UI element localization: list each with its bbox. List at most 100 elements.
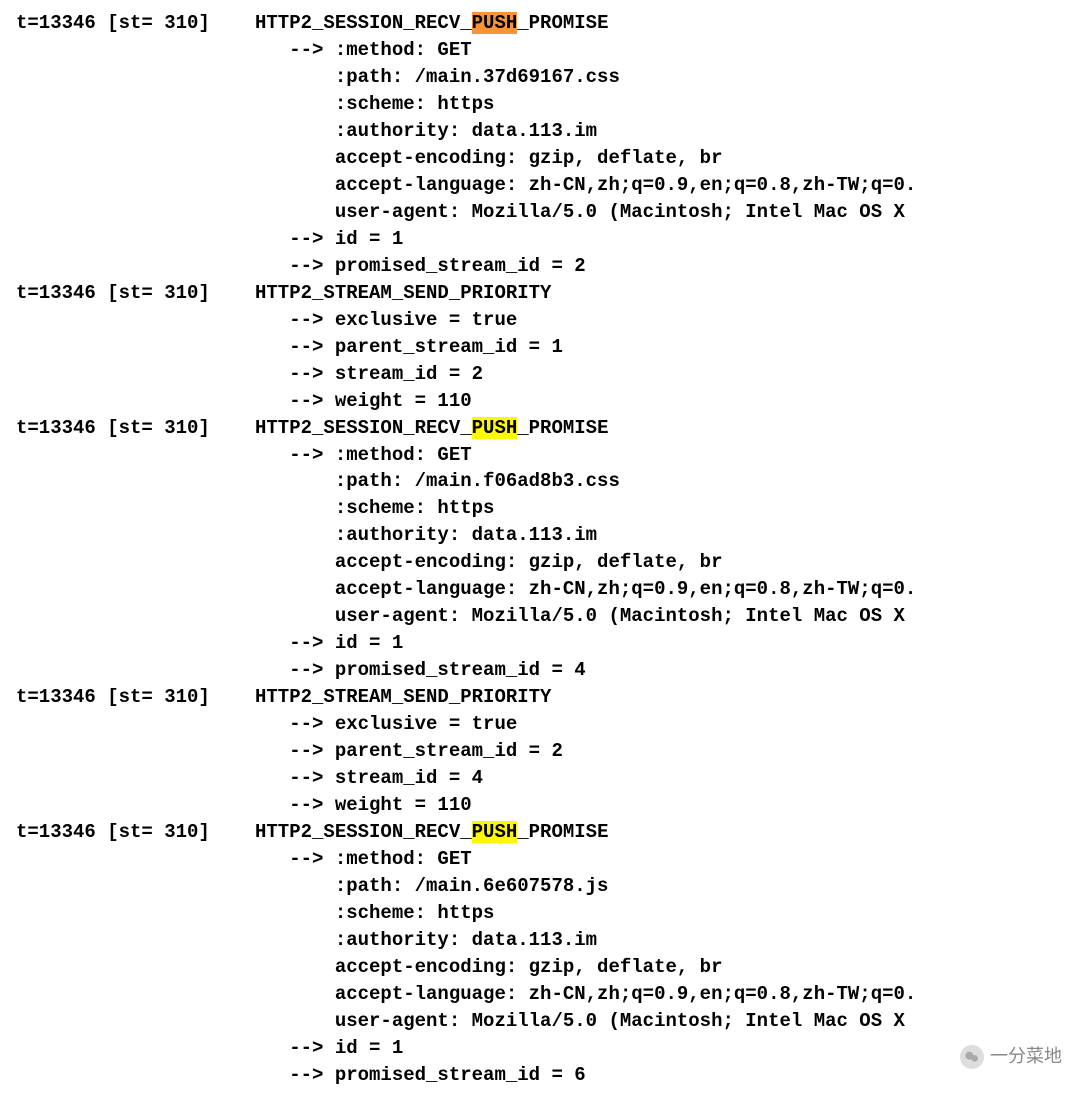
log-subline: :scheme: https: [16, 495, 1080, 522]
log-subline-text: --> :method: GET: [255, 39, 472, 61]
log-subline-text: --> exclusive = true: [255, 713, 517, 735]
log-entry-header: t=13346 [st= 310]HTTP2_SESSION_RECV_PUSH…: [16, 10, 1080, 37]
log-subline: accept-language: zh-CN,zh;q=0.9,en;q=0.8…: [16, 576, 1080, 603]
event-prefix: HTTP2_STREAM_SEND_PRIORITY: [255, 282, 551, 304]
log-entry: t=13346 [st= 310]HTTP2_SESSION_RECV_PUSH…: [16, 819, 1080, 1089]
log-subline: :path: /main.37d69167.css: [16, 64, 1080, 91]
log-subline: --> parent_stream_id = 2: [16, 738, 1080, 765]
log-subline-text: --> stream_id = 2: [255, 363, 483, 385]
log-subline: --> promised_stream_id = 6: [16, 1062, 1080, 1089]
log-subline: accept-encoding: gzip, deflate, br: [16, 145, 1080, 172]
log-subline: :path: /main.f06ad8b3.css: [16, 468, 1080, 495]
event-suffix: _PROMISE: [517, 417, 608, 439]
log-subline: accept-encoding: gzip, deflate, br: [16, 954, 1080, 981]
log-subline-text: --> exclusive = true: [255, 309, 517, 331]
log-subline-text: --> promised_stream_id = 2: [255, 255, 586, 277]
log-subline: --> :method: GET: [16, 442, 1080, 469]
watermark: 一分菜地: [960, 1044, 1062, 1070]
log-subline-text: --> stream_id = 4: [255, 767, 483, 789]
log-event: HTTP2_SESSION_RECV_PUSH_PROMISE: [255, 12, 608, 34]
watermark-text: 一分菜地: [990, 1044, 1062, 1070]
log-subline: accept-language: zh-CN,zh;q=0.9,en;q=0.8…: [16, 172, 1080, 199]
log-subline: --> stream_id = 4: [16, 765, 1080, 792]
log-subline: --> stream_id = 2: [16, 361, 1080, 388]
log-subline-text: --> parent_stream_id = 2: [255, 740, 563, 762]
log-subline: --> id = 1: [16, 630, 1080, 657]
log-subline-text: :path: /main.37d69167.css: [255, 66, 620, 88]
log-subline: --> weight = 110: [16, 792, 1080, 819]
event-prefix: HTTP2_SESSION_RECV_: [255, 417, 472, 439]
log-subline-text: --> promised_stream_id = 6: [255, 1064, 586, 1086]
log-subline: user-agent: Mozilla/5.0 (Macintosh; Inte…: [16, 603, 1080, 630]
log-subline: :path: /main.6e607578.js: [16, 873, 1080, 900]
log-event: HTTP2_SESSION_RECV_PUSH_PROMISE: [255, 821, 608, 843]
log-subline-text: :scheme: https: [255, 902, 494, 924]
log-subline: --> id = 1: [16, 226, 1080, 253]
log-subline: :scheme: https: [16, 900, 1080, 927]
log-subline-text: accept-encoding: gzip, deflate, br: [255, 551, 722, 573]
log-entry-header: t=13346 [st= 310]HTTP2_SESSION_RECV_PUSH…: [16, 415, 1080, 442]
log-subline-text: :path: /main.f06ad8b3.css: [255, 470, 620, 492]
event-prefix: HTTP2_STREAM_SEND_PRIORITY: [255, 686, 551, 708]
log-subline: --> :method: GET: [16, 37, 1080, 64]
log-subline: --> exclusive = true: [16, 711, 1080, 738]
event-highlight: PUSH: [472, 12, 518, 34]
log-subline-text: accept-language: zh-CN,zh;q=0.9,en;q=0.8…: [255, 983, 916, 1005]
log-subline-text: user-agent: Mozilla/5.0 (Macintosh; Inte…: [255, 605, 916, 627]
log-subline: --> :method: GET: [16, 846, 1080, 873]
log-subline: --> exclusive = true: [16, 307, 1080, 334]
log-subline: accept-language: zh-CN,zh;q=0.9,en;q=0.8…: [16, 981, 1080, 1008]
log-time: t=13346 [st= 310]: [16, 280, 255, 307]
log-entry: t=13346 [st= 310]HTTP2_SESSION_RECV_PUSH…: [16, 10, 1080, 280]
event-suffix: _PROMISE: [517, 821, 608, 843]
log-subline-text: --> id = 1: [255, 1037, 403, 1059]
net-log-output: t=13346 [st= 310]HTTP2_SESSION_RECV_PUSH…: [16, 10, 1080, 1089]
log-entry: t=13346 [st= 310]HTTP2_SESSION_RECV_PUSH…: [16, 415, 1080, 685]
log-subline-text: user-agent: Mozilla/5.0 (Macintosh; Inte…: [255, 1010, 916, 1032]
log-subline-text: --> :method: GET: [255, 444, 472, 466]
log-subline: --> promised_stream_id = 4: [16, 657, 1080, 684]
log-entry-header: t=13346 [st= 310]HTTP2_SESSION_RECV_PUSH…: [16, 819, 1080, 846]
log-entry: t=13346 [st= 310]HTTP2_STREAM_SEND_PRIOR…: [16, 280, 1080, 415]
event-highlight: PUSH: [472, 417, 518, 439]
log-entry: t=13346 [st= 310]HTTP2_STREAM_SEND_PRIOR…: [16, 684, 1080, 819]
log-subline-text: accept-encoding: gzip, deflate, br: [255, 147, 722, 169]
log-subline-text: --> weight = 110: [255, 794, 472, 816]
log-subline-text: --> id = 1: [255, 228, 403, 250]
event-prefix: HTTP2_SESSION_RECV_: [255, 821, 472, 843]
log-subline: accept-encoding: gzip, deflate, br: [16, 549, 1080, 576]
log-subline: user-agent: Mozilla/5.0 (Macintosh; Inte…: [16, 1008, 1080, 1035]
log-event: HTTP2_SESSION_RECV_PUSH_PROMISE: [255, 417, 608, 439]
log-entry-header: t=13346 [st= 310]HTTP2_STREAM_SEND_PRIOR…: [16, 684, 1080, 711]
log-time: t=13346 [st= 310]: [16, 10, 255, 37]
log-subline: --> weight = 110: [16, 388, 1080, 415]
log-subline-text: --> promised_stream_id = 4: [255, 659, 586, 681]
log-subline-text: accept-encoding: gzip, deflate, br: [255, 956, 722, 978]
log-subline: --> parent_stream_id = 1: [16, 334, 1080, 361]
log-subline-text: accept-language: zh-CN,zh;q=0.9,en;q=0.8…: [255, 174, 916, 196]
log-time: t=13346 [st= 310]: [16, 684, 255, 711]
log-event: HTTP2_STREAM_SEND_PRIORITY: [255, 686, 551, 708]
log-time: t=13346 [st= 310]: [16, 819, 255, 846]
log-subline: user-agent: Mozilla/5.0 (Macintosh; Inte…: [16, 199, 1080, 226]
log-entry-header: t=13346 [st= 310]HTTP2_STREAM_SEND_PRIOR…: [16, 280, 1080, 307]
log-subline-text: :scheme: https: [255, 497, 494, 519]
log-subline: --> id = 1: [16, 1035, 1080, 1062]
event-highlight: PUSH: [472, 821, 518, 843]
event-prefix: HTTP2_SESSION_RECV_: [255, 12, 472, 34]
log-subline-text: --> weight = 110: [255, 390, 472, 412]
log-subline-text: --> :method: GET: [255, 848, 472, 870]
log-subline-text: user-agent: Mozilla/5.0 (Macintosh; Inte…: [255, 201, 916, 223]
log-event: HTTP2_STREAM_SEND_PRIORITY: [255, 282, 551, 304]
log-subline: :authority: data.113.im: [16, 522, 1080, 549]
log-subline: --> promised_stream_id = 2: [16, 253, 1080, 280]
log-subline-text: accept-language: zh-CN,zh;q=0.9,en;q=0.8…: [255, 578, 916, 600]
log-subline-text: :authority: data.113.im: [255, 120, 597, 142]
log-subline-text: :path: /main.6e607578.js: [255, 875, 608, 897]
wechat-icon: [960, 1045, 984, 1069]
log-subline-text: --> parent_stream_id = 1: [255, 336, 563, 358]
log-subline: :authority: data.113.im: [16, 118, 1080, 145]
log-subline-text: :authority: data.113.im: [255, 524, 597, 546]
log-subline: :authority: data.113.im: [16, 927, 1080, 954]
log-time: t=13346 [st= 310]: [16, 415, 255, 442]
